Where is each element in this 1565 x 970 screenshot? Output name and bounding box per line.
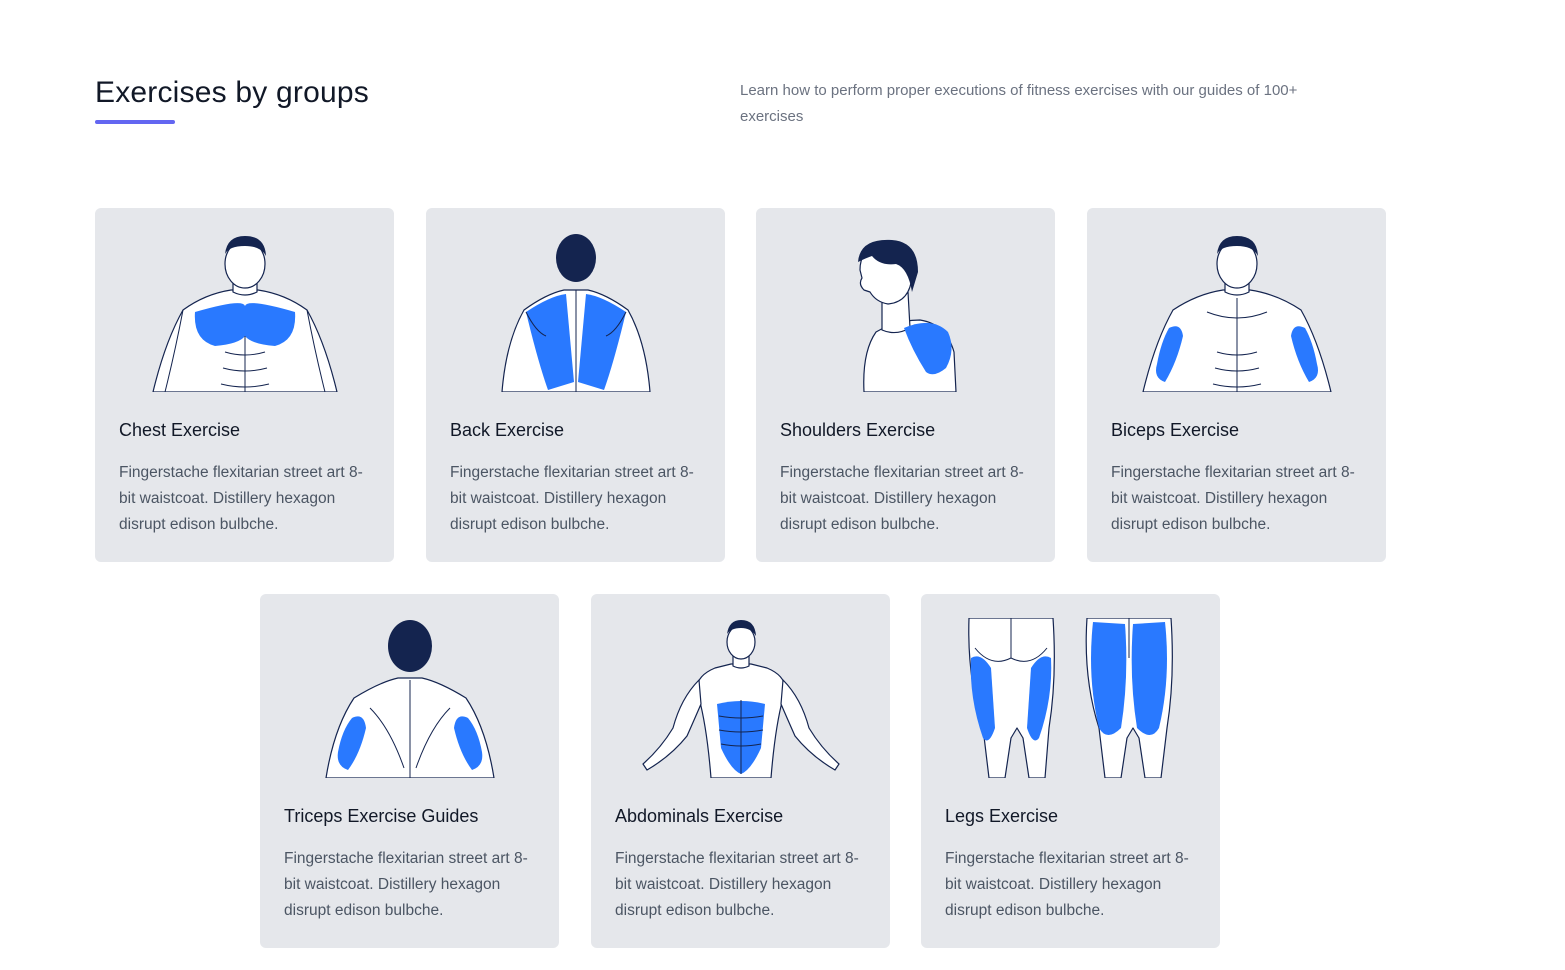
- card-biceps-exercise[interactable]: Biceps Exercise Fingerstache flexitarian…: [1087, 208, 1386, 562]
- card-description: Fingerstache flexitarian street art 8-bi…: [284, 850, 528, 919]
- card-description: Fingerstache flexitarian street art 8-bi…: [780, 464, 1024, 533]
- card-title[interactable]: Biceps Exercise: [1111, 420, 1239, 441]
- card-title[interactable]: Chest Exercise: [119, 420, 240, 441]
- card-chest-exercise[interactable]: Chest Exercise Fingerstache flexitarian …: [95, 208, 394, 562]
- biceps-muscle-icon: [1127, 232, 1346, 392]
- card-title[interactable]: Shoulders Exercise: [780, 420, 935, 441]
- card-title[interactable]: Abdominals Exercise: [615, 806, 783, 827]
- legs-muscle-icon: [961, 618, 1180, 778]
- abdominals-muscle-icon: [631, 618, 850, 778]
- card-abdominals-exercise[interactable]: Abdominals Exercise Fingerstache flexita…: [591, 594, 890, 948]
- section-title: Exercises by groups: [95, 76, 369, 109]
- card-description: Fingerstache flexitarian street art 8-bi…: [119, 464, 363, 533]
- back-muscle-icon: [466, 232, 685, 392]
- card-title[interactable]: Back Exercise: [450, 420, 564, 441]
- card-description: Fingerstache flexitarian street art 8-bi…: [450, 464, 694, 533]
- triceps-muscle-icon: [300, 618, 519, 778]
- title-underline: [95, 120, 175, 124]
- card-description: Fingerstache flexitarian street art 8-bi…: [945, 850, 1189, 919]
- card-back-exercise[interactable]: Back Exercise Fingerstache flexitarian s…: [426, 208, 725, 562]
- card-legs-exercise[interactable]: Legs Exercise Fingerstache flexitarian s…: [921, 594, 1220, 948]
- exercises-section: Exercises by groups Learn how to perform…: [0, 0, 1565, 970]
- shoulder-muscle-icon: [796, 232, 1015, 392]
- card-description: Fingerstache flexitarian street art 8-bi…: [1111, 464, 1355, 533]
- chest-muscle-icon: [135, 232, 354, 392]
- card-shoulders-exercise[interactable]: Shoulders Exercise Fingerstache flexitar…: [756, 208, 1055, 562]
- card-description: Fingerstache flexitarian street art 8-bi…: [615, 850, 859, 919]
- card-title[interactable]: Legs Exercise: [945, 806, 1058, 827]
- section-description: Learn how to perform proper executions o…: [740, 82, 1298, 125]
- card-triceps-exercise[interactable]: Triceps Exercise Guides Fingerstache fle…: [260, 594, 559, 948]
- card-title[interactable]: Triceps Exercise Guides: [284, 806, 478, 827]
